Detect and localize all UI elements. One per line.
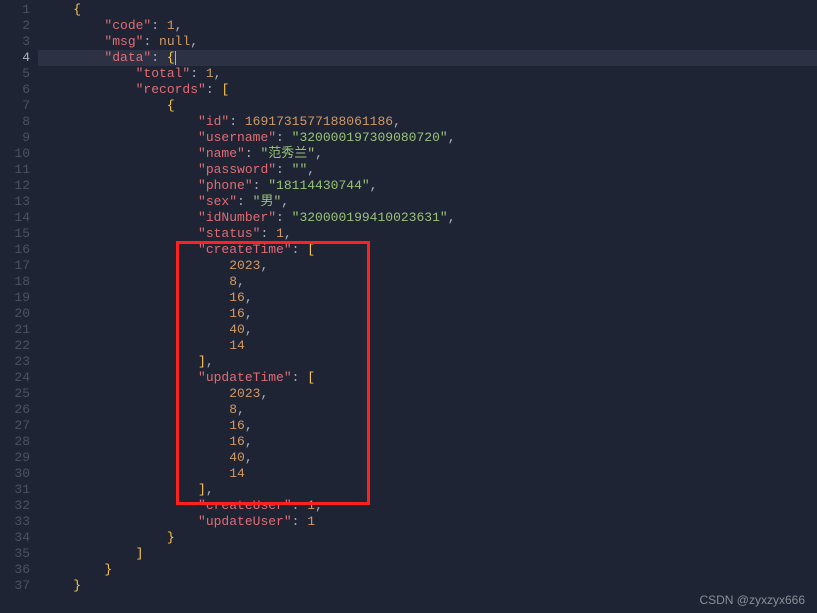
line-number: 12	[4, 178, 30, 194]
code-line[interactable]: "sex": "男",	[38, 194, 817, 210]
line-number: 8	[4, 114, 30, 130]
code-line[interactable]: 40,	[38, 450, 817, 466]
line-number: 1	[4, 2, 30, 18]
line-number: 32	[4, 498, 30, 514]
code-line[interactable]: 8,	[38, 274, 817, 290]
line-number: 11	[4, 162, 30, 178]
line-number: 29	[4, 450, 30, 466]
line-number: 13	[4, 194, 30, 210]
line-number: 18	[4, 274, 30, 290]
code-line[interactable]: "updateUser": 1	[38, 514, 817, 530]
line-number: 16	[4, 242, 30, 258]
code-line[interactable]: "name": "范秀兰",	[38, 146, 817, 162]
code-line[interactable]: 8,	[38, 402, 817, 418]
code-editor[interactable]: 1234567891011121314151617181920212223242…	[0, 0, 817, 613]
line-number: 34	[4, 530, 30, 546]
code-line[interactable]: "idNumber": "320000199410023631",	[38, 210, 817, 226]
line-number: 36	[4, 562, 30, 578]
line-number: 15	[4, 226, 30, 242]
code-line[interactable]: "username": "320000197309080720",	[38, 130, 817, 146]
code-line[interactable]: "records": [	[38, 82, 817, 98]
code-line[interactable]: 2023,	[38, 258, 817, 274]
line-number-gutter: 1234567891011121314151617181920212223242…	[0, 0, 38, 613]
line-number: 26	[4, 402, 30, 418]
line-number: 25	[4, 386, 30, 402]
line-number: 31	[4, 482, 30, 498]
line-number: 35	[4, 546, 30, 562]
code-line[interactable]: 14	[38, 466, 817, 482]
code-line[interactable]: }	[38, 530, 817, 546]
line-number: 7	[4, 98, 30, 114]
line-number: 37	[4, 578, 30, 594]
code-line[interactable]: {	[38, 2, 817, 18]
code-line[interactable]: 16,	[38, 434, 817, 450]
code-line[interactable]: ]	[38, 546, 817, 562]
line-number: 22	[4, 338, 30, 354]
line-number: 28	[4, 434, 30, 450]
line-number: 5	[4, 66, 30, 82]
code-line[interactable]: "password": "",	[38, 162, 817, 178]
line-number: 27	[4, 418, 30, 434]
code-line[interactable]: "status": 1,	[38, 226, 817, 242]
code-line[interactable]: "total": 1,	[38, 66, 817, 82]
code-line[interactable]: "createUser": 1,	[38, 498, 817, 514]
code-line[interactable]: 2023,	[38, 386, 817, 402]
line-number: 9	[4, 130, 30, 146]
code-line[interactable]: "code": 1,	[38, 18, 817, 34]
code-line[interactable]: "phone": "18114430744",	[38, 178, 817, 194]
line-number: 3	[4, 34, 30, 50]
code-line[interactable]: "id": 1691731577188061186,	[38, 114, 817, 130]
line-number: 6	[4, 82, 30, 98]
watermark: CSDN @zyxzyx666	[699, 593, 805, 607]
line-number: 24	[4, 370, 30, 386]
code-area[interactable]: { "code": 1, "msg": null, "data": { "tot…	[38, 0, 817, 613]
code-line[interactable]: {	[38, 98, 817, 114]
code-line[interactable]: ],	[38, 354, 817, 370]
line-number: 20	[4, 306, 30, 322]
line-number: 14	[4, 210, 30, 226]
code-line[interactable]: "msg": null,	[38, 34, 817, 50]
code-line[interactable]: 14	[38, 338, 817, 354]
code-line[interactable]: }	[38, 562, 817, 578]
line-number: 33	[4, 514, 30, 530]
code-line[interactable]: "data": {	[38, 50, 817, 66]
code-line[interactable]: }	[38, 578, 817, 594]
code-line[interactable]: "createTime": [	[38, 242, 817, 258]
text-cursor	[175, 51, 176, 65]
code-line[interactable]: ],	[38, 482, 817, 498]
line-number: 30	[4, 466, 30, 482]
line-number: 4	[4, 50, 30, 66]
code-line[interactable]: 16,	[38, 306, 817, 322]
line-number: 17	[4, 258, 30, 274]
code-line[interactable]: 16,	[38, 418, 817, 434]
line-number: 21	[4, 322, 30, 338]
code-line[interactable]: "updateTime": [	[38, 370, 817, 386]
code-line[interactable]: 16,	[38, 290, 817, 306]
line-number: 19	[4, 290, 30, 306]
line-number: 23	[4, 354, 30, 370]
line-number: 2	[4, 18, 30, 34]
code-line[interactable]: 40,	[38, 322, 817, 338]
line-number: 10	[4, 146, 30, 162]
